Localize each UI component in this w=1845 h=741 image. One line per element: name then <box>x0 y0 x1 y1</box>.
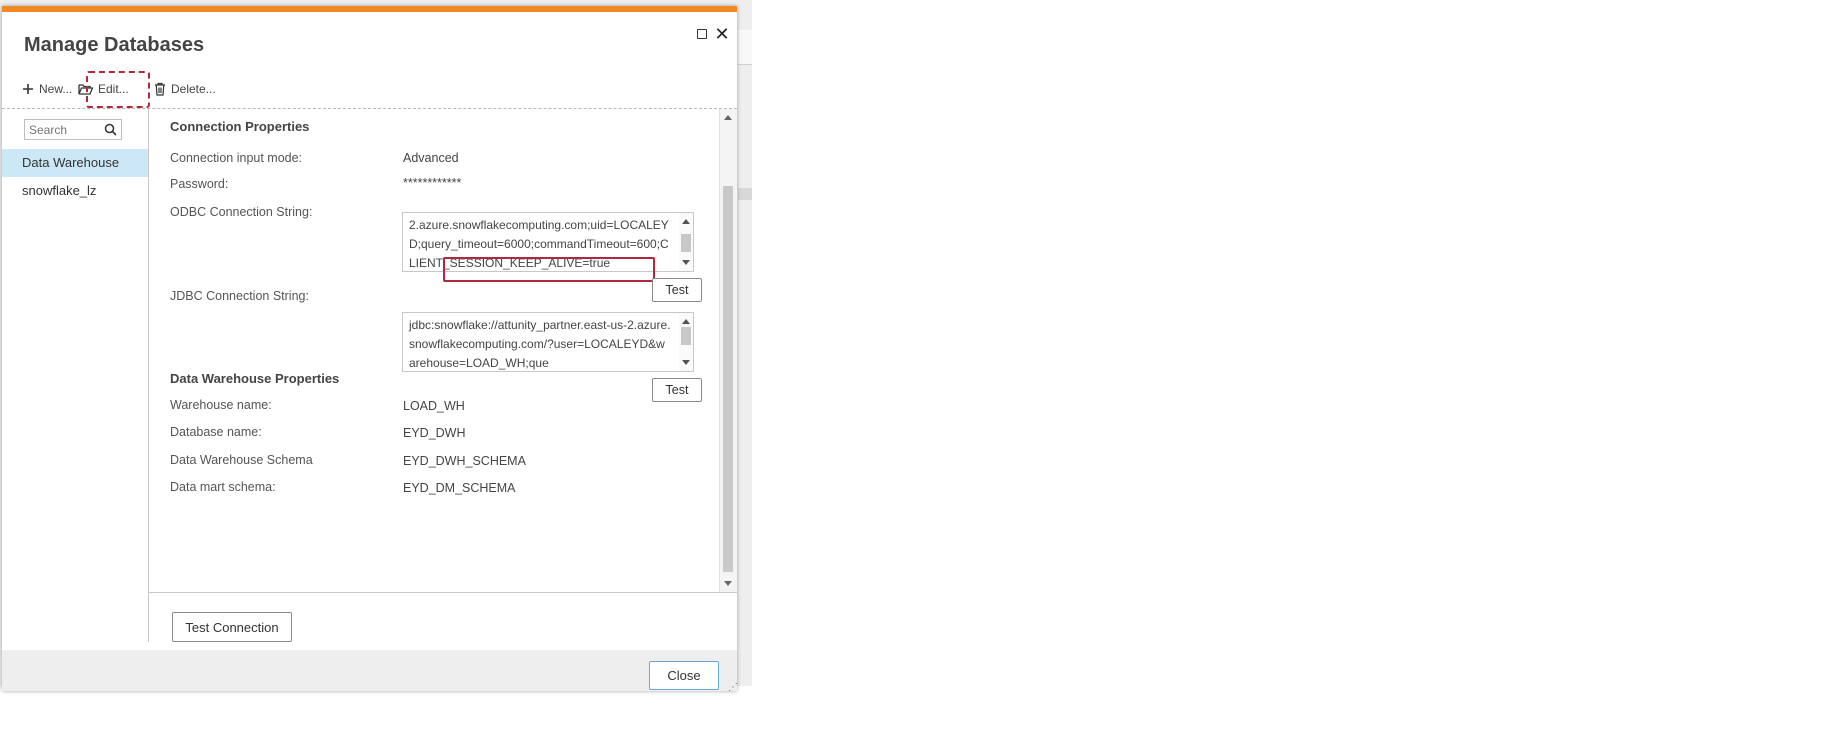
maximize-icon[interactable] <box>694 26 710 42</box>
connection-properties-heading: Connection Properties <box>170 119 310 134</box>
schema-label: Data Warehouse Schema <box>170 453 313 467</box>
trash-icon <box>155 82 165 96</box>
delete-button-label: Delete... <box>171 82 216 96</box>
password-label: Password: <box>170 177 229 191</box>
close-button[interactable]: Close <box>649 661 719 690</box>
password-value: ************ <box>403 176 462 190</box>
resize-grip-icon[interactable]: ⋰ <box>728 682 738 693</box>
odbc-field-scrollbar[interactable] <box>679 213 693 271</box>
plus-icon <box>23 84 33 94</box>
manage-databases-dialog: Manage Databases ✕ New... Edit... Delete… <box>2 6 738 693</box>
jdbc-connection-string-text: jdbc:snowflake://attunity_partner.east-u… <box>409 318 671 370</box>
search-box <box>24 119 122 140</box>
dialog-title: Manage Databases <box>24 34 205 56</box>
dialog-footer <box>2 650 737 691</box>
scroll-thumb[interactable] <box>723 186 733 572</box>
mart-schema-value: EYD_DM_SCHEMA <box>403 481 516 495</box>
test-jdbc-button[interactable]: Test <box>652 378 702 402</box>
properties-scrollbar[interactable] <box>719 109 737 592</box>
test-odbc-button[interactable]: Test <box>652 278 702 302</box>
search-input[interactable] <box>29 122 99 137</box>
database-item-data-warehouse[interactable]: Data Warehouse <box>2 149 148 177</box>
new-button-label: New... <box>39 82 73 96</box>
database-item-snowflake-lz[interactable]: snowflake_lz <box>2 177 148 205</box>
data-warehouse-properties-heading: Data Warehouse Properties <box>170 371 340 386</box>
background-panel-edge <box>738 30 752 65</box>
properties-pane: Connection Properties Connection input m… <box>149 109 737 593</box>
scroll-down-icon[interactable] <box>724 581 732 586</box>
jdbc-field-scrollbar[interactable] <box>679 313 693 371</box>
close-icon[interactable]: ✕ <box>714 25 730 43</box>
input-mode-value: Advanced <box>403 151 459 165</box>
keep-alive-highlight-annotation <box>443 257 655 282</box>
background-panel-edge <box>738 188 752 200</box>
mart-schema-label: Data mart schema: <box>170 480 276 494</box>
delete-button[interactable]: Delete... <box>154 78 216 100</box>
warehouse-name-label: Warehouse name: <box>170 398 272 412</box>
scroll-up-icon[interactable] <box>724 115 732 120</box>
database-name-value: EYD_DWH <box>403 426 466 440</box>
jdbc-connection-string-field[interactable]: jdbc:snowflake://attunity_partner.east-u… <box>402 312 694 372</box>
database-list-pane: Data Warehouse snowflake_lz <box>2 109 149 642</box>
search-icon[interactable] <box>104 123 117 136</box>
jdbc-label: JDBC Connection String: <box>170 289 309 303</box>
test-connection-button[interactable]: Test Connection <box>172 612 292 642</box>
warehouse-name-value: LOAD_WH <box>403 399 465 413</box>
odbc-label: ODBC Connection String: <box>170 205 313 219</box>
edit-highlight-annotation <box>86 71 150 108</box>
input-mode-label: Connection input mode: <box>170 151 303 165</box>
properties-content: Connection Properties Connection input m… <box>149 109 719 592</box>
schema-value: EYD_DWH_SCHEMA <box>403 454 526 468</box>
new-button[interactable]: New... <box>22 78 72 100</box>
database-name-label: Database name: <box>170 425 262 439</box>
